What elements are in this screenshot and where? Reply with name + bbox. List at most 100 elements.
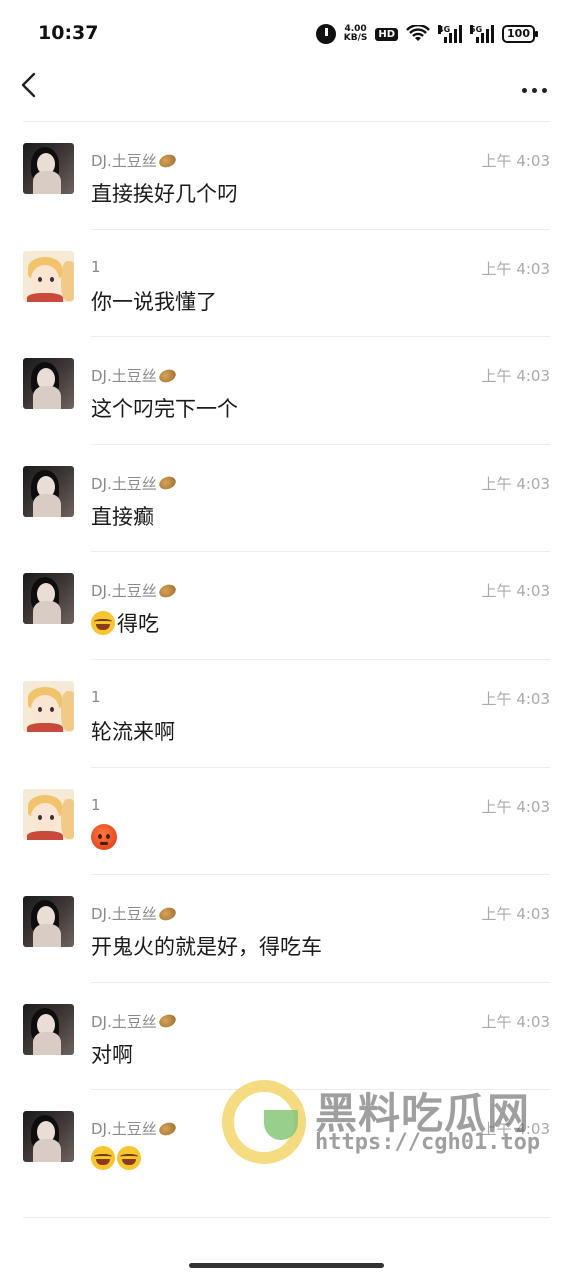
hd-icon: HD [375,27,399,41]
more-dot [531,87,537,93]
message-text: 对啊 [91,1042,133,1067]
message-content [91,823,117,850]
sender-name: DJ.土豆丝 [91,473,178,494]
signal-5g-icon: 5G [470,25,495,43]
laughing-tears-emoji-icon [91,1146,115,1171]
message-time: 上午 4:03 [481,1012,550,1031]
sender-name: DJ.土豆丝 [91,150,178,171]
message-time: 上午 4:03 [481,905,550,924]
alarm-icon [315,24,336,44]
status-bar: 10:37 4.00 KB/S HD 4G 5G 100 [0,0,573,70]
sender-name-text: DJ.土豆丝 [91,152,157,170]
sender-name-text: 1 [91,257,101,276]
message-content: 得吃 [91,608,159,638]
message-time: 上午 4:03 [481,367,550,386]
watermark: 黑料吃瓜网 https://cgh01.top [222,1080,567,1170]
potato-icon [157,905,178,923]
sender-name: 1 [91,688,101,706]
message-row[interactable]: 1 上午 4:03 你一说我懂了 [0,230,573,338]
avatar[interactable] [23,250,74,302]
sender-name-text: DJ.土豆丝 [91,474,157,493]
message-text: 直接挨好几个叼 [91,182,238,206]
laughing-tears-emoji-icon [117,1146,141,1171]
message-text: 直接癫 [91,504,154,529]
message-time: 上午 4:03 [481,259,550,278]
potato-icon [157,582,178,600]
potato-icon [157,367,178,385]
sender-name: DJ.土豆丝 [91,1011,178,1032]
divider [23,1217,550,1218]
message-content: 开鬼火的就是好，得吃车 [91,931,322,961]
message-row[interactable]: DJ.土豆丝 上午 4:03 直接癫 [0,445,573,553]
message-row[interactable]: 1 上午 4:03 轮流来啊 [0,660,573,768]
sim1-label: 4G [438,25,451,34]
sender-name-text: DJ.土豆丝 [91,905,157,924]
sender-name-text: DJ.土豆丝 [91,1012,157,1031]
watermark-url: https://cgh01.top [315,1130,541,1155]
message-row[interactable]: DJ.土豆丝 上午 4:03 直接挨好几个叼 [0,122,573,230]
potato-icon [157,151,178,170]
top-nav-bar [0,70,573,122]
sim2-label: 5G [470,25,483,34]
status-time: 10:37 [38,22,99,44]
message-row[interactable]: DJ.土豆丝 上午 4:03 对啊 [0,983,573,1091]
message-row[interactable]: 1 上午 4:03 [0,768,573,876]
sender-name: DJ.土豆丝 [91,1118,178,1139]
watermark-logo-icon [222,1080,306,1164]
avatar[interactable] [23,1111,74,1163]
more-button[interactable] [517,80,551,100]
laughing-tears-emoji-icon [91,611,115,636]
message-content [91,1146,143,1171]
sender-name: DJ.土豆丝 [91,365,178,386]
home-indicator[interactable] [189,1263,384,1268]
battery-icon: 100 [502,25,538,43]
message-content: 轮流来啊 [91,716,175,746]
message-row[interactable]: DJ.土豆丝 上午 4:03 得吃 [0,552,573,660]
message-time: 上午 4:03 [481,797,550,816]
message-text: 得吃 [117,612,159,637]
message-text: 轮流来啊 [91,720,175,744]
message-time: 上午 4:03 [481,474,550,493]
status-icons: 4.00 KB/S HD 4G 5G 100 [315,22,538,46]
wifi-icon [406,25,430,41]
sender-name-text: DJ.土豆丝 [91,1120,157,1139]
message-text: 这个叼完下一个 [91,397,238,422]
more-dot [521,87,527,93]
potato-icon [157,1012,178,1030]
back-button[interactable] [14,70,50,106]
avatar[interactable] [23,143,74,194]
message-text: 你一说我懂了 [91,289,217,314]
message-row[interactable]: DJ.土豆丝 上午 4:03 开鬼火的就是好，得吃车 [0,875,573,983]
avatar[interactable] [23,573,74,625]
sender-name-text: 1 [91,688,101,706]
signal-4g-icon: 4G [438,25,463,43]
avatar[interactable] [23,788,74,840]
avatar[interactable] [23,681,74,732]
sender-name: 1 [91,258,101,276]
message-content: 直接癫 [91,501,154,531]
message-content: 这个叼完下一个 [91,393,238,423]
message-time: 上午 4:03 [481,152,550,170]
sender-name: DJ.土豆丝 [91,580,178,601]
avatar[interactable] [23,358,74,410]
net-speed: 4.00 KB/S [344,25,368,43]
sender-name-text: DJ.土豆丝 [91,367,157,386]
message-row[interactable]: DJ.土豆丝 上午 4:03 这个叼完下一个 [0,337,573,445]
avatar[interactable] [23,465,74,517]
sender-name: DJ.土豆丝 [91,903,178,924]
avatar[interactable] [23,1003,74,1055]
message-time: 上午 4:03 [481,582,550,601]
avatar[interactable] [23,896,74,948]
angry-face-emoji-icon [91,823,117,850]
sender-name: 1 [91,796,101,814]
more-dot [541,87,547,93]
message-text: 开鬼火的就是好，得吃车 [91,935,322,960]
sender-name-text: DJ.土豆丝 [91,582,157,601]
net-speed-unit: KB/S [343,33,368,43]
message-content: 对啊 [91,1039,133,1069]
sender-name-text: 1 [91,795,101,814]
chevron-left-icon [21,72,36,98]
potato-icon [157,474,178,492]
message-content: 直接挨好几个叼 [91,178,238,208]
message-time: 上午 4:03 [481,690,550,708]
